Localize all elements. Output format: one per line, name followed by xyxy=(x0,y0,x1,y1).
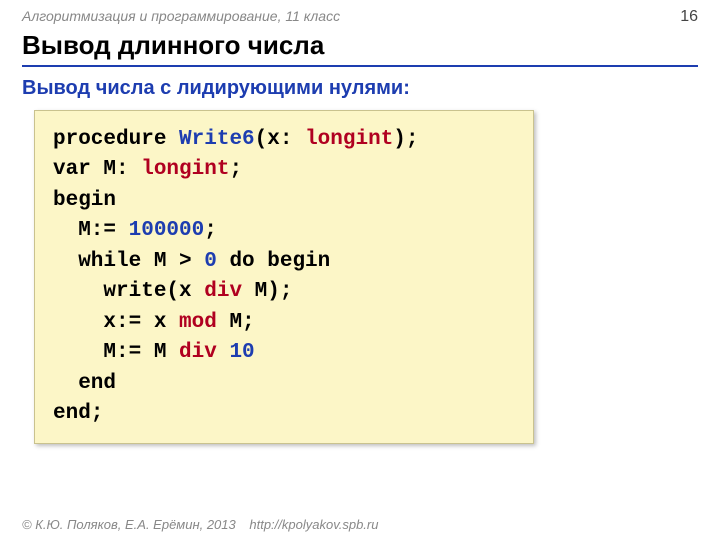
code-block: procedure Write6(x: longint); var M: lon… xyxy=(34,110,534,444)
code-text: var M: xyxy=(53,158,141,181)
footer-url: http://kpolyakov.spb.ru xyxy=(249,517,378,532)
type-keyword: longint xyxy=(305,128,393,151)
op-keyword: mod xyxy=(179,311,217,334)
code-text: do begin xyxy=(217,250,330,273)
type-keyword: longint xyxy=(141,158,229,181)
code-text: ; xyxy=(204,219,217,242)
code-text: while M xyxy=(53,250,166,273)
code-text: procedure xyxy=(53,128,179,151)
code-text xyxy=(217,341,230,364)
op-keyword: div xyxy=(179,341,217,364)
copyright: © К.Ю. Поляков, Е.А. Ерёмин, 2013 xyxy=(22,517,236,532)
code-text: begin xyxy=(53,189,116,212)
course-label: Алгоритмизация и программирование, 11 кл… xyxy=(22,8,698,24)
footer: © К.Ю. Поляков, Е.А. Ерёмин, 2013 http:/… xyxy=(22,517,378,532)
code-text: x:= x xyxy=(53,311,179,334)
code-text: M; xyxy=(217,311,255,334)
op-keyword: div xyxy=(204,280,242,303)
code-text: > xyxy=(166,250,204,273)
code-text: M:= M xyxy=(53,341,179,364)
number-literal: 100000 xyxy=(129,219,205,242)
code-text: ); xyxy=(393,128,418,151)
code-text: end xyxy=(53,372,116,395)
subtitle: Вывод числа с лидирующими нулями: xyxy=(22,77,698,100)
code-text: M:= xyxy=(53,219,129,242)
code-text: (x: xyxy=(255,128,305,151)
number-literal: 0 xyxy=(204,250,217,273)
page-title: Вывод длинного числа xyxy=(22,30,698,67)
proc-name: Write6 xyxy=(179,128,255,151)
page-number: 16 xyxy=(680,8,698,26)
code-text: ; xyxy=(229,158,242,181)
number-literal: 10 xyxy=(229,341,254,364)
code-text: M); xyxy=(242,280,292,303)
code-text: write(x xyxy=(53,280,204,303)
code-text: end; xyxy=(53,402,103,425)
